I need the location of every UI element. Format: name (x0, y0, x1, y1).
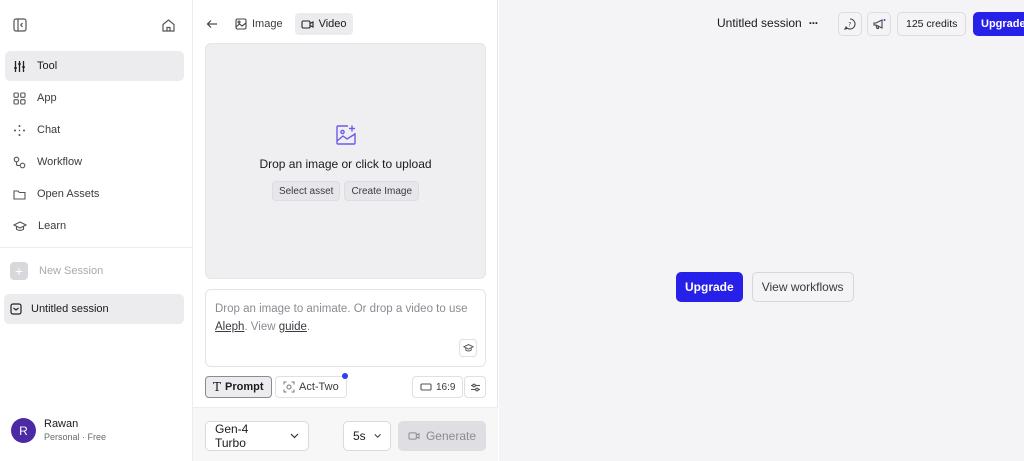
user-plan: Personal · Free (44, 432, 107, 442)
prompt-mode-label: Prompt (225, 381, 264, 393)
video-icon (301, 19, 314, 29)
generate-button[interactable]: Generate (398, 421, 486, 451)
tab-video[interactable]: Video (294, 13, 353, 35)
model-label: Gen-4 Turbo (215, 422, 249, 450)
folder-icon (13, 189, 26, 200)
act-two-label: Act-Two (299, 381, 339, 393)
learn-hat-icon[interactable] (459, 339, 477, 357)
text-icon: T (213, 380, 222, 394)
grid-icon (13, 91, 26, 105)
plus-icon: + (10, 262, 28, 280)
svg-text:?: ? (848, 22, 851, 29)
aspect-ratio-label: 16:9 (436, 381, 456, 393)
user-profile[interactable]: R Rawan Personal · Free (11, 418, 106, 443)
help-chat-icon: ? (844, 18, 856, 30)
graduation-cap-icon (13, 220, 27, 231)
generation-bar: Gen-4 Turbo 5s Generate (193, 407, 498, 461)
sidebar-item-chat[interactable]: Chat (5, 115, 184, 145)
empty-state-actions: Upgrade View workflows (676, 272, 854, 302)
upgrade-button[interactable]: Upgrade (676, 272, 743, 302)
add-image-icon (334, 123, 358, 147)
tab-image[interactable]: Image (229, 13, 289, 35)
create-image-button[interactable]: Create Image (344, 181, 420, 201)
back-arrow-icon[interactable] (201, 13, 223, 35)
new-indicator-dot (342, 373, 348, 379)
settings-sliders-icon (470, 383, 480, 391)
sidebar-item-label: Chat (37, 124, 61, 136)
settings-button[interactable] (464, 376, 486, 398)
megaphone-icon (872, 19, 885, 30)
sidebar-item-label: Learn (38, 220, 67, 232)
workflow-icon (13, 156, 26, 168)
home-icon[interactable] (160, 17, 176, 33)
sidebar-item-label: Workflow (37, 156, 83, 168)
main-canvas: Untitled session ··· ? 125 credits Upgra… (499, 0, 1024, 461)
session-icon (10, 303, 22, 315)
new-session-button[interactable]: + New Session (10, 262, 103, 280)
session-item[interactable]: Untitled session (4, 294, 184, 324)
session-label: Untitled session (31, 303, 109, 315)
aspect-ratio-icon (420, 383, 432, 391)
sidebar-item-workflow[interactable]: Workflow (5, 147, 184, 177)
more-icon: ··· (808, 16, 819, 30)
select-asset-button[interactable]: Select asset (271, 181, 341, 201)
tab-label: Video (318, 18, 347, 30)
prompt-placeholder: Drop an image to animate. Or drop a vide… (215, 303, 468, 333)
announcements-button[interactable] (867, 12, 891, 36)
sidebar-item-open-assets[interactable]: Open Assets (5, 179, 184, 209)
image-icon (235, 18, 247, 30)
dropzone-title: Drop an image or click to upload (259, 157, 432, 171)
sparkle-icon (14, 124, 25, 136)
view-workflows-button[interactable]: View workflows (751, 272, 854, 302)
chevron-down-icon (374, 434, 381, 438)
aleph-link[interactable]: Aleph (215, 321, 244, 333)
generate-label: Generate (425, 429, 477, 443)
sidebar-item-learn[interactable]: Learn (5, 211, 184, 241)
act-two-mode-button[interactable]: Act-Two (275, 376, 347, 398)
sidebar-item-app[interactable]: App (5, 83, 184, 113)
sidebar: Tool App Chat Workflow Open Assets Learn… (0, 0, 193, 461)
session-title-button[interactable]: Untitled session ··· (717, 16, 819, 30)
model-select[interactable]: Gen-4 Turbo (205, 421, 309, 451)
duration-label: 5s (353, 429, 366, 443)
sidebar-item-label: App (37, 92, 57, 104)
tab-label: Image (252, 18, 283, 30)
top-bar: Untitled session ··· ? 125 credits Upgra… (499, 12, 1024, 36)
panel-tabs: Image Video (201, 13, 353, 35)
guide-link[interactable]: guide (279, 321, 307, 333)
sidebar-item-label: Open Assets (37, 188, 100, 200)
user-name: Rawan (44, 418, 79, 430)
avatar: R (11, 418, 36, 443)
sidebar-divider (0, 247, 193, 248)
prompt-textarea[interactable]: Drop an image to animate. Or drop a vide… (205, 289, 486, 367)
prompt-mode-button[interactable]: T Prompt (205, 376, 272, 398)
sidebar-item-label: Tool (37, 60, 58, 72)
help-button[interactable]: ? (838, 12, 862, 36)
upload-dropzone[interactable]: Drop an image or click to upload Select … (205, 43, 486, 279)
sidebar-collapse-icon[interactable] (12, 17, 28, 33)
sliders-icon (14, 60, 25, 72)
sidebar-item-tool[interactable]: Tool (5, 51, 184, 81)
act-two-icon (283, 381, 295, 393)
tool-panel: Image Video Drop an image or click to up… (193, 0, 498, 461)
upgrade-button-top[interactable]: Upgrade (973, 12, 1024, 36)
prompt-controls: T Prompt Act-Two 16:9 (205, 373, 486, 398)
video-icon (408, 432, 420, 440)
chevron-down-icon (290, 433, 299, 439)
credits-badge[interactable]: 125 credits (897, 12, 967, 36)
session-title: Untitled session (717, 16, 802, 30)
new-session-label: New Session (39, 265, 104, 277)
aspect-ratio-button[interactable]: 16:9 (412, 376, 464, 398)
duration-select[interactable]: 5s (343, 421, 391, 451)
